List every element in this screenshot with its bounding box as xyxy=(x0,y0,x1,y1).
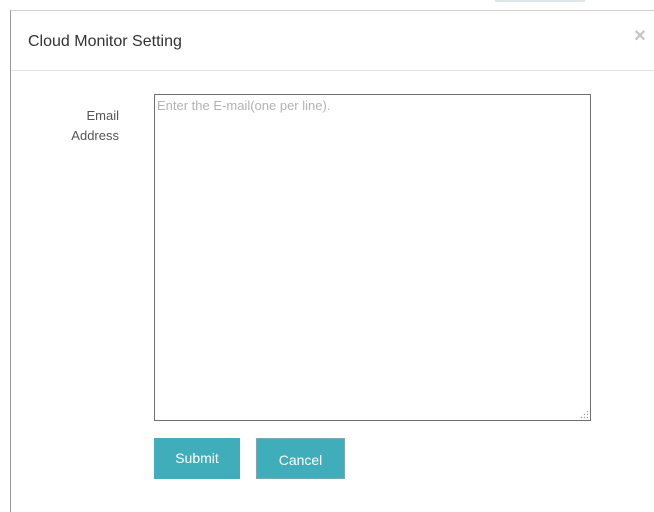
dialog-title: Cloud Monitor Setting xyxy=(28,33,182,50)
email-address-input[interactable] xyxy=(154,94,591,421)
email-label-line-2: Address xyxy=(71,128,119,143)
cloud-monitor-dialog: Cloud Monitor Setting × Email Address Su… xyxy=(10,10,654,512)
resize-grip-icon[interactable] xyxy=(579,409,589,419)
background-strip xyxy=(495,0,585,2)
email-address-label: Email Address xyxy=(51,106,119,146)
submit-button[interactable]: Submit xyxy=(154,438,240,479)
close-icon[interactable]: × xyxy=(631,25,649,47)
email-label-line-1: Email xyxy=(86,108,119,123)
cancel-button[interactable]: Cancel xyxy=(256,438,345,479)
dialog-header: Cloud Monitor Setting × xyxy=(11,11,654,71)
